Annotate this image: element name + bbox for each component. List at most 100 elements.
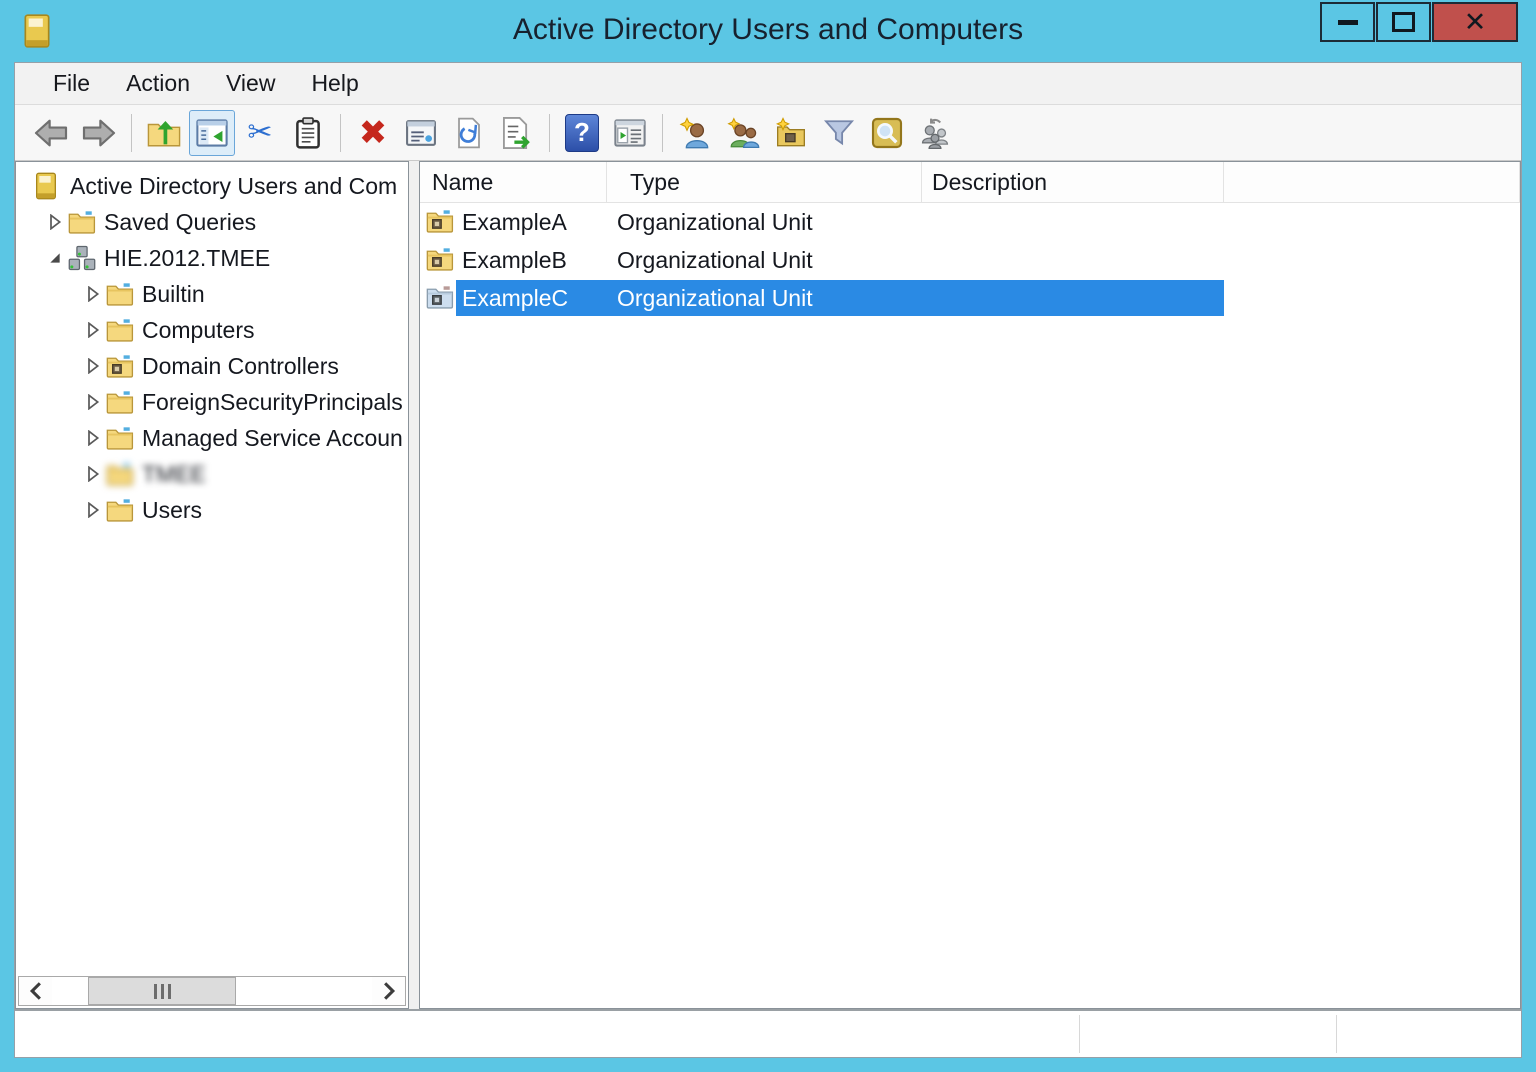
scrollbar-thumb[interactable]	[88, 977, 236, 1005]
find-icon	[871, 117, 903, 149]
tree-item-label: Domain Controllers	[142, 353, 339, 380]
folder-icon	[68, 209, 98, 235]
console-tree-pane: Active Directory Users and ComSaved Quer…	[15, 161, 409, 1009]
status-separator	[1336, 1015, 1337, 1053]
export-list-button[interactable]	[494, 110, 540, 156]
folder-icon	[106, 317, 136, 343]
tree-item-builtin[interactable]: Builtin	[18, 276, 406, 312]
delete-button[interactable]: ✖	[350, 110, 396, 156]
chevron-left-icon	[29, 982, 43, 1000]
folder-icon	[106, 425, 136, 451]
toolbar-separator	[549, 114, 550, 152]
tree-item-hie-2012-tmee[interactable]: HIE.2012.TMEE	[18, 240, 406, 276]
toolbar-separator	[131, 114, 132, 152]
column-header-filler	[1224, 162, 1520, 202]
title-bar: Active Directory Users and Computers ✕	[0, 0, 1536, 62]
tree-expander-collapsed-icon[interactable]	[80, 430, 106, 446]
tree-expander-collapsed-icon[interactable]	[80, 286, 106, 302]
scroll-left-button[interactable]	[19, 977, 52, 1005]
chevron-right-icon	[382, 982, 396, 1000]
list-item-exampleb[interactable]: ExampleBOrganizational Unit	[420, 241, 1520, 279]
ou-folder-icon	[106, 353, 136, 379]
list-item-type: Organizational Unit	[617, 247, 917, 274]
new-ou-icon	[775, 117, 807, 149]
tree-expander-collapsed-icon[interactable]	[80, 394, 106, 410]
menu-item-view[interactable]: View	[208, 70, 293, 97]
list-item-name: ExampleC	[462, 285, 617, 312]
show-console-tree-button[interactable]	[189, 110, 235, 156]
tree-item-label: ForeignSecurityPrincipals	[142, 389, 403, 416]
new-group-button[interactable]	[720, 110, 766, 156]
forward-icon	[81, 118, 117, 148]
list-column-headers: NameTypeDescription	[420, 162, 1520, 203]
list-item-examplec[interactable]: ExampleCOrganizational Unit	[420, 279, 1520, 317]
list-item-name: ExampleA	[462, 209, 617, 236]
scroll-right-button[interactable]	[372, 977, 405, 1005]
filter-button[interactable]	[816, 110, 862, 156]
list-item-examplea[interactable]: ExampleAOrganizational Unit	[420, 203, 1520, 241]
paste-button[interactable]	[285, 110, 331, 156]
tree-item-tmee[interactable]: TMEE	[18, 456, 406, 492]
column-header-description[interactable]: Description	[922, 162, 1224, 202]
tree-item-foreignsecurityprincipals[interactable]: ForeignSecurityPrincipals	[18, 384, 406, 420]
refresh-icon	[454, 116, 484, 150]
column-header-name[interactable]: Name	[420, 162, 607, 202]
tree-item-label: Builtin	[142, 281, 205, 308]
new-ou-button[interactable]	[768, 110, 814, 156]
new-group-icon	[726, 117, 760, 149]
change-domain-button[interactable]	[912, 110, 958, 156]
pane-splitter[interactable]	[409, 161, 419, 1009]
tree-item-label: Users	[142, 497, 202, 524]
organizational-unit-icon	[426, 285, 454, 311]
maximize-button[interactable]	[1376, 2, 1431, 42]
tree-item-label: HIE.2012.TMEE	[104, 245, 270, 272]
minimize-button[interactable]	[1320, 2, 1375, 42]
help-topics-button[interactable]	[607, 110, 653, 156]
menu-item-file[interactable]: File	[35, 70, 108, 97]
help-topics-icon	[613, 117, 647, 149]
tree-item-managed-service-accoun[interactable]: Managed Service Accoun	[18, 420, 406, 456]
properties-button[interactable]	[398, 110, 444, 156]
results-pane: NameTypeDescription ExampleAOrganization…	[419, 161, 1521, 1009]
back-button[interactable]	[28, 110, 74, 156]
column-header-type[interactable]: Type	[607, 162, 922, 202]
refresh-button[interactable]	[446, 110, 492, 156]
tree-item-label: Managed Service Accoun	[142, 425, 403, 452]
tree-item-active-directory-users-and-com[interactable]: Active Directory Users and Com	[18, 168, 406, 204]
menu-item-help[interactable]: Help	[293, 70, 376, 97]
delete-icon: ✖	[359, 116, 388, 150]
forward-button[interactable]	[76, 110, 122, 156]
tree-expander-collapsed-icon[interactable]	[80, 358, 106, 374]
tree-expander-expanded-icon[interactable]	[42, 250, 68, 266]
list-item-name: ExampleB	[462, 247, 617, 274]
filter-icon	[823, 118, 855, 148]
tree-item-label: Computers	[142, 317, 254, 344]
scrollbar-grip-icon	[154, 984, 171, 999]
menu-item-action[interactable]: Action	[108, 70, 208, 97]
window-controls: ✕	[1319, 2, 1518, 42]
paste-icon	[293, 116, 323, 150]
properties-icon	[404, 117, 438, 149]
change-domain-icon	[918, 117, 952, 149]
folder-icon	[106, 389, 136, 415]
tree-item-computers[interactable]: Computers	[18, 312, 406, 348]
scrollbar-track[interactable]	[52, 977, 372, 1005]
status-bar	[15, 1009, 1521, 1057]
find-button[interactable]	[864, 110, 910, 156]
tree-item-saved-queries[interactable]: Saved Queries	[18, 204, 406, 240]
tree-expander-collapsed-icon[interactable]	[42, 214, 68, 230]
tree-expander-collapsed-icon[interactable]	[80, 502, 106, 518]
help-button[interactable]: ?	[559, 110, 605, 156]
close-button[interactable]: ✕	[1432, 2, 1518, 42]
cut-button[interactable]: ✂	[237, 110, 283, 156]
help-icon: ?	[565, 114, 599, 152]
tree-expander-collapsed-icon[interactable]	[80, 322, 106, 338]
folder-icon	[106, 281, 136, 307]
tree-item-users[interactable]: Users	[18, 492, 406, 528]
tree-horizontal-scrollbar[interactable]	[18, 976, 406, 1006]
organizational-unit-icon	[426, 209, 454, 235]
up-one-level-button[interactable]	[141, 110, 187, 156]
new-user-button[interactable]	[672, 110, 718, 156]
tree-expander-collapsed-icon[interactable]	[80, 466, 106, 482]
tree-item-domain-controllers[interactable]: Domain Controllers	[18, 348, 406, 384]
